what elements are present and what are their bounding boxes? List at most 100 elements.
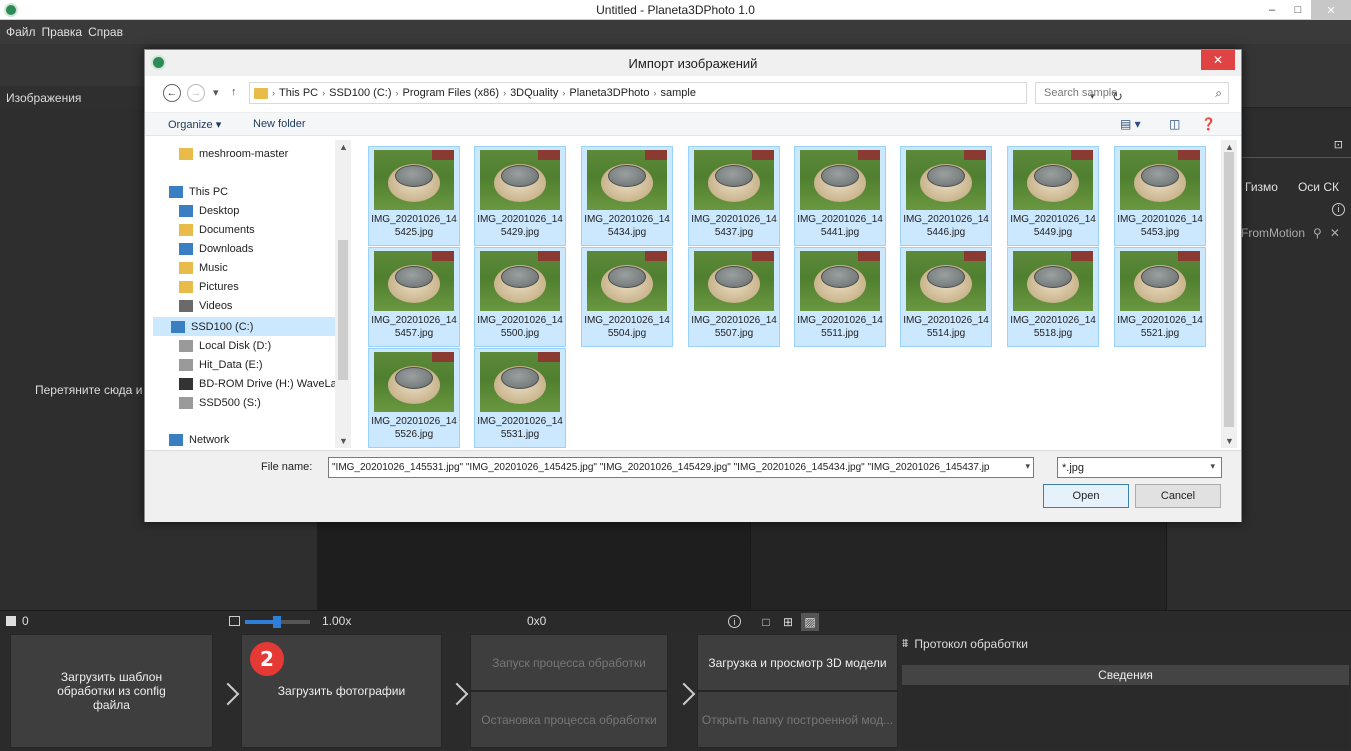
breadcrumb-this-pc[interactable]: This PC — [279, 87, 318, 99]
menu-help[interactable]: Справ — [88, 25, 123, 39]
navigation-scrollbar[interactable]: ▲ ▼ — [335, 140, 351, 448]
close-node-icon[interactable]: ✕ — [1330, 226, 1340, 240]
file-item[interactable]: IMG_20201026_14 5453.jpg — [1114, 146, 1206, 246]
dialog-close-button[interactable]: ✕ — [1201, 50, 1235, 70]
load-view-3d-button[interactable]: Загрузка и просмотр 3D модели — [697, 634, 898, 691]
file-item[interactable]: IMG_20201026_14 5531.jpg — [474, 348, 566, 448]
file-item[interactable]: IMG_20201026_14 5521.jpg — [1114, 247, 1206, 347]
file-item[interactable]: IMG_20201026_14 5457.jpg — [368, 247, 460, 347]
protocol-log[interactable] — [902, 685, 1349, 749]
file-item[interactable]: IMG_20201026_14 5514.jpg — [900, 247, 992, 347]
file-name-input[interactable]: "IMG_20201026_145531.jpg" "IMG_20201026_… — [328, 457, 1034, 478]
preview-pane-icon[interactable]: ◫ — [1169, 117, 1180, 131]
file-item[interactable]: IMG_20201026_14 5449.jpg — [1007, 146, 1099, 246]
nav-item-downloads[interactable]: Downloads — [179, 239, 253, 258]
file-name-label: File name: — [261, 461, 313, 473]
file-item[interactable]: IMG_20201026_14 5504.jpg — [581, 247, 673, 347]
info-icon[interactable]: i — [1332, 203, 1345, 216]
chevron-down-icon[interactable]: ▾ — [1025, 461, 1030, 472]
file-item[interactable]: IMG_20201026_14 5446.jpg — [900, 146, 992, 246]
wireframe-view-icon[interactable]: ▨ — [801, 613, 819, 631]
nav-item-videos[interactable]: Videos — [179, 296, 232, 315]
file-item[interactable]: IMG_20201026_14 5507.jpg — [688, 247, 780, 347]
file-thumbnail — [587, 150, 667, 210]
file-name: IMG_20201026_14 5531.jpg — [477, 416, 563, 440]
breadcrumb-sample[interactable]: sample — [660, 87, 695, 99]
up-folder-button[interactable]: ↑ — [231, 86, 237, 98]
nav-item-ssd100-c[interactable]: SSD100 (C:) — [153, 317, 335, 336]
file-thumbnail — [1120, 251, 1200, 311]
info-icon[interactable]: i — [728, 615, 741, 628]
file-item[interactable]: IMG_20201026_14 5511.jpg — [794, 247, 886, 347]
disc-icon — [179, 377, 193, 390]
nav-item-bd-rom-drive-h-wavelal[interactable]: BD-ROM Drive (H:) WaveLal — [179, 374, 339, 393]
details-header[interactable]: Сведения — [902, 665, 1349, 685]
open-button[interactable]: Open — [1043, 484, 1129, 508]
breadcrumb-program-files[interactable]: Program Files (x86) — [402, 87, 499, 99]
nav-item-local-disk-d[interactable]: Local Disk (D:) — [179, 336, 271, 355]
tab-gizmo[interactable]: Гизмо — [1245, 180, 1278, 194]
tab-axes[interactable]: Оси СК — [1298, 180, 1339, 194]
nav-item-pictures[interactable]: Pictures — [179, 277, 239, 296]
nav-item-this-pc[interactable]: This PC — [169, 182, 228, 201]
scrollbar-thumb[interactable] — [338, 240, 348, 380]
breadcrumb-ssd100[interactable]: SSD100 (C:) — [329, 87, 391, 99]
cancel-button[interactable]: Cancel — [1135, 484, 1221, 508]
file-thumbnail — [374, 150, 454, 210]
fit-view-icon[interactable]: ⊡ — [1334, 138, 1343, 151]
file-item[interactable]: IMG_20201026_14 5526.jpg — [368, 348, 460, 448]
file-list-scrollbar[interactable]: ▲ ▼ — [1221, 140, 1237, 448]
nav-item-label: Music — [199, 261, 228, 274]
slider-handle[interactable] — [273, 616, 281, 628]
solid-view-icon[interactable]: □ — [757, 613, 775, 631]
start-processing-button[interactable]: Запуск процесса обработки — [470, 634, 668, 691]
menu-edit[interactable]: Правка — [42, 25, 83, 39]
minimize-button[interactable]: – — [1259, 0, 1285, 20]
maximize-button[interactable]: □ — [1285, 0, 1311, 20]
pin-icon[interactable]: ⚲ — [1313, 226, 1322, 240]
scrollbar-thumb[interactable] — [1224, 152, 1234, 427]
open-model-folder-button[interactable]: Открыть папку построенной мод... — [697, 691, 898, 748]
file-item[interactable]: IMG_20201026_14 5429.jpg — [474, 146, 566, 246]
grid-view-icon[interactable]: ⊞ — [779, 613, 797, 631]
file-item[interactable]: IMG_20201026_14 5437.jpg — [688, 146, 780, 246]
nav-item-meshroom-master[interactable]: meshroom-master — [179, 144, 288, 163]
view-options-icon[interactable]: ▤ ▾ — [1120, 117, 1141, 131]
file-item[interactable]: IMG_20201026_14 5425.jpg — [368, 146, 460, 246]
nav-item-desktop[interactable]: Desktop — [179, 201, 239, 220]
dialog-title-bar: Импорт изображений ✕ — [145, 50, 1241, 76]
address-bar[interactable]: › This PC › SSD100 (C:) › Program Files … — [249, 82, 1123, 104]
nav-item-documents[interactable]: Documents — [179, 220, 255, 239]
thumbnail-size-slider[interactable] — [245, 616, 310, 628]
file-thumbnail — [374, 352, 454, 412]
file-item[interactable]: IMG_20201026_14 5500.jpg — [474, 247, 566, 347]
back-button[interactable]: ← — [163, 84, 181, 102]
file-item[interactable]: IMG_20201026_14 5518.jpg — [1007, 247, 1099, 347]
breadcrumb-planeta3dphoto[interactable]: Planeta3DPhoto — [569, 87, 649, 99]
menu-file[interactable]: Файл — [6, 25, 36, 39]
help-icon[interactable]: ❓ — [1201, 117, 1216, 131]
organize-menu[interactable]: Organize ▾ — [168, 118, 221, 131]
search-input[interactable]: Search sample ⌕ — [1035, 82, 1229, 104]
close-button[interactable]: ✕ — [1311, 0, 1351, 20]
stop-processing-button[interactable]: Остановка процесса обработки — [470, 691, 668, 748]
new-folder-button[interactable]: New folder — [253, 118, 306, 130]
sfm-label: FromMotion — [1241, 226, 1306, 240]
app-logo-icon — [151, 55, 166, 70]
images-icon — [6, 616, 16, 626]
file-name: IMG_20201026_14 5429.jpg — [477, 214, 563, 238]
recent-locations-icon[interactable]: ▾ — [213, 86, 219, 99]
videos-icon — [179, 299, 193, 312]
file-type-select[interactable]: *.jpg ▾ — [1057, 457, 1222, 478]
nav-item-music[interactable]: Music — [179, 258, 228, 277]
breadcrumb-3dquality[interactable]: 3DQuality — [510, 87, 558, 99]
file-item[interactable]: IMG_20201026_14 5434.jpg — [581, 146, 673, 246]
nav-item-label: meshroom-master — [199, 147, 289, 160]
nav-item-network[interactable]: Network — [169, 430, 229, 448]
file-item[interactable]: IMG_20201026_14 5441.jpg — [794, 146, 886, 246]
nav-item-ssd500-s[interactable]: SSD500 (S:) — [179, 393, 261, 412]
load-template-button[interactable]: Загрузить шаблон обработки из config фай… — [10, 634, 213, 748]
search-icon[interactable]: ⌕ — [1215, 86, 1222, 101]
nav-item-hit-data-e[interactable]: Hit_Data (E:) — [179, 355, 263, 374]
forward-button[interactable]: → — [187, 84, 205, 102]
